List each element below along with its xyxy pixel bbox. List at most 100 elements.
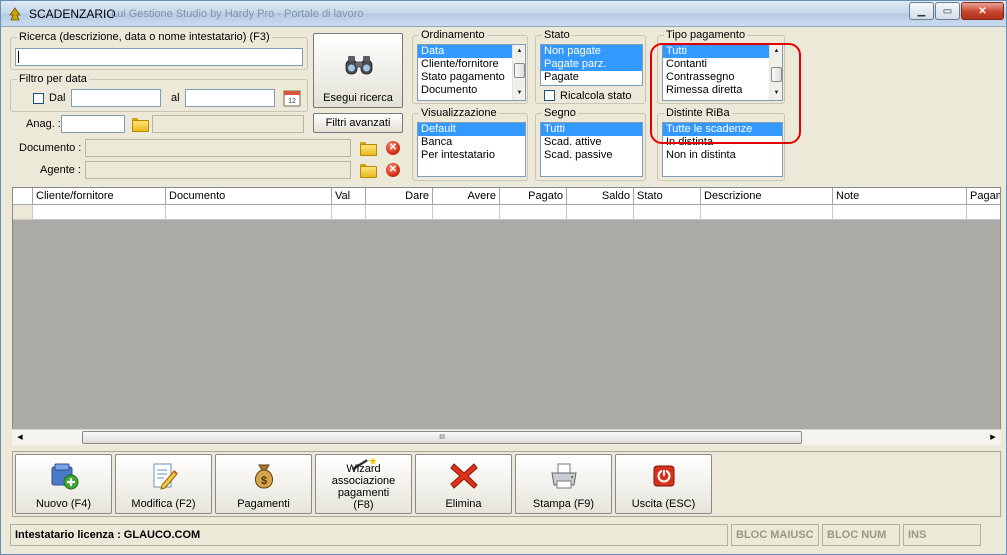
grid-header-cell[interactable]: Note — [833, 188, 967, 205]
grid-header-cell[interactable]: Dare — [366, 188, 433, 205]
grid-cell[interactable] — [833, 205, 967, 220]
grid-header-cell[interactable]: Descrizione — [701, 188, 833, 205]
grid-horizontal-scrollbar[interactable]: ◀ III ▶ — [12, 429, 1001, 445]
segno-item[interactable]: Tutti — [541, 123, 642, 136]
new-record-icon — [51, 463, 78, 490]
close-icon: ✕ — [978, 5, 987, 17]
calendar-icon[interactable]: 12 — [283, 89, 301, 107]
date-filter-legend: Filtro per data — [17, 73, 89, 85]
ordinamento-scrollbar[interactable]: ▲ ▼ — [512, 45, 525, 100]
agent-clear-button[interactable]: ✕ — [384, 161, 402, 179]
grid-cell[interactable] — [567, 205, 634, 220]
execute-search-label: Esegui ricerca — [323, 92, 393, 104]
document-browse-button[interactable] — [358, 139, 377, 157]
search-legend: Ricerca (descrizione, data o nome intest… — [17, 31, 272, 43]
segno-legend: Segno — [542, 107, 578, 119]
date-from-field[interactable] — [71, 89, 161, 107]
search-input[interactable] — [15, 48, 303, 66]
stato-list[interactable]: Non pagate Pagate parz. Pagate — [540, 44, 643, 86]
scroll-thumb[interactable] — [514, 63, 525, 78]
date-from-label: Dal — [49, 92, 66, 104]
row-selector[interactable] — [13, 205, 33, 220]
stato-item[interactable]: Pagate parz. — [541, 58, 642, 71]
wizard-button-label: Wizard associazione pagamenti (F8) — [331, 463, 396, 511]
stato-item[interactable]: Pagate — [541, 71, 642, 84]
title-bar[interactable]: SCADENZARIO Lui Gestione Studio by Hardy… — [1, 1, 1006, 27]
grid-header-cell[interactable] — [13, 188, 33, 205]
scroll-left-icon[interactable]: ◀ — [13, 431, 27, 445]
license-status: Intestatario licenza : GLAUCO.COM — [10, 524, 728, 546]
edit-button[interactable]: Modifica (F2) — [115, 454, 212, 514]
scroll-thumb[interactable]: III — [82, 431, 802, 444]
grid-header-cell[interactable]: Val — [332, 188, 366, 205]
ordinamento-item[interactable]: Documento — [418, 84, 525, 97]
binoculars-icon — [345, 56, 373, 75]
visualizzazione-list[interactable]: Default Banca Per intestatario — [417, 122, 526, 177]
advanced-filters-button[interactable]: Filtri avanzati — [313, 113, 403, 133]
grid-cell[interactable] — [433, 205, 500, 220]
ordinamento-legend: Ordinamento — [419, 29, 487, 41]
maximize-button[interactable]: ▭ — [935, 2, 960, 20]
visualizzazione-legend: Visualizzazione — [419, 107, 499, 119]
grid-header-cell[interactable]: Documento — [166, 188, 332, 205]
visualizzazione-item[interactable]: Banca — [418, 136, 525, 149]
text-caret — [18, 51, 19, 63]
execute-search-button[interactable]: Esegui ricerca — [313, 33, 403, 108]
agent-browse-button[interactable] — [358, 161, 377, 179]
new-button[interactable]: Nuovo (F4) — [15, 454, 112, 514]
delete-icon: ✕ — [386, 141, 400, 155]
ordinamento-item[interactable]: Data — [418, 45, 525, 58]
scroll-grip-icon: III — [439, 434, 445, 441]
minimize-button[interactable]: ▁ — [909, 2, 934, 20]
print-button[interactable]: Stampa (F9) — [515, 454, 612, 514]
grid-cell[interactable] — [967, 205, 1000, 220]
svg-text:$: $ — [260, 475, 266, 487]
wizard-button[interactable]: Wizard associazione pagamenti (F8) — [315, 454, 412, 514]
grid-header-cell[interactable]: Saldo — [567, 188, 634, 205]
grid-header-cell[interactable]: Cliente/fornitore — [33, 188, 166, 205]
agent-field — [85, 161, 351, 179]
num-lock-indicator: BLOC NUM — [822, 524, 900, 546]
distinte-riba-item[interactable]: Non in distinta — [663, 149, 782, 162]
grid-cell[interactable] — [634, 205, 701, 220]
recalc-state-checkbox[interactable] — [544, 90, 555, 101]
deadlines-grid[interactable]: Cliente/fornitore Documento Val Dare Ave… — [12, 187, 1001, 445]
segno-list[interactable]: Tutti Scad. attive Scad. passive — [540, 122, 643, 177]
date-filter-group: Filtro per data Dal al 12 — [10, 73, 308, 112]
payments-button-label: Pagamenti — [237, 498, 290, 510]
anag-browse-button[interactable] — [130, 115, 149, 133]
grid-header-cell[interactable]: Pagam — [967, 188, 1000, 205]
scroll-down-icon[interactable]: ▼ — [513, 87, 525, 100]
client-area: Ricerca (descrizione, data o nome intest… — [6, 27, 1003, 552]
grid-header-cell[interactable]: Pagato — [500, 188, 567, 205]
grid-header-cell[interactable]: Stato — [634, 188, 701, 205]
document-clear-button[interactable]: ✕ — [384, 139, 402, 157]
payments-button[interactable]: $ Pagamenti — [215, 454, 312, 514]
grid-header-cell[interactable]: Avere — [433, 188, 500, 205]
anag-field[interactable] — [61, 115, 125, 133]
ordinamento-item[interactable]: Cliente/fornitore — [418, 58, 525, 71]
date-to-field[interactable] — [185, 89, 275, 107]
visualizzazione-item[interactable]: Default — [418, 123, 525, 136]
grid-cell[interactable] — [366, 205, 433, 220]
exit-button[interactable]: Uscita (ESC) — [615, 454, 712, 514]
delete-button[interactable]: Elimina — [415, 454, 512, 514]
grid-cell[interactable] — [500, 205, 567, 220]
print-button-label: Stampa (F9) — [532, 498, 595, 510]
ordinamento-item[interactable]: Stato pagamento — [418, 71, 525, 84]
segno-item[interactable]: Scad. attive — [541, 136, 642, 149]
grid-cell[interactable] — [332, 205, 366, 220]
grid-cell[interactable] — [166, 205, 332, 220]
visualizzazione-item[interactable]: Per intestatario — [418, 149, 525, 162]
grid-cell[interactable] — [701, 205, 833, 220]
scroll-right-icon[interactable]: ▶ — [986, 431, 1000, 445]
segno-item[interactable]: Scad. passive — [541, 149, 642, 162]
grid-cell[interactable] — [33, 205, 166, 220]
ordinamento-list[interactable]: Data Cliente/fornitore Stato pagamento D… — [417, 44, 526, 101]
stato-item[interactable]: Non pagate — [541, 45, 642, 58]
date-filter-checkbox[interactable] — [33, 93, 44, 104]
scroll-up-icon[interactable]: ▲ — [513, 45, 525, 58]
minimize-icon: ▁ — [917, 5, 926, 17]
table-row[interactable] — [13, 205, 1000, 220]
close-button[interactable]: ✕ — [961, 2, 1004, 20]
